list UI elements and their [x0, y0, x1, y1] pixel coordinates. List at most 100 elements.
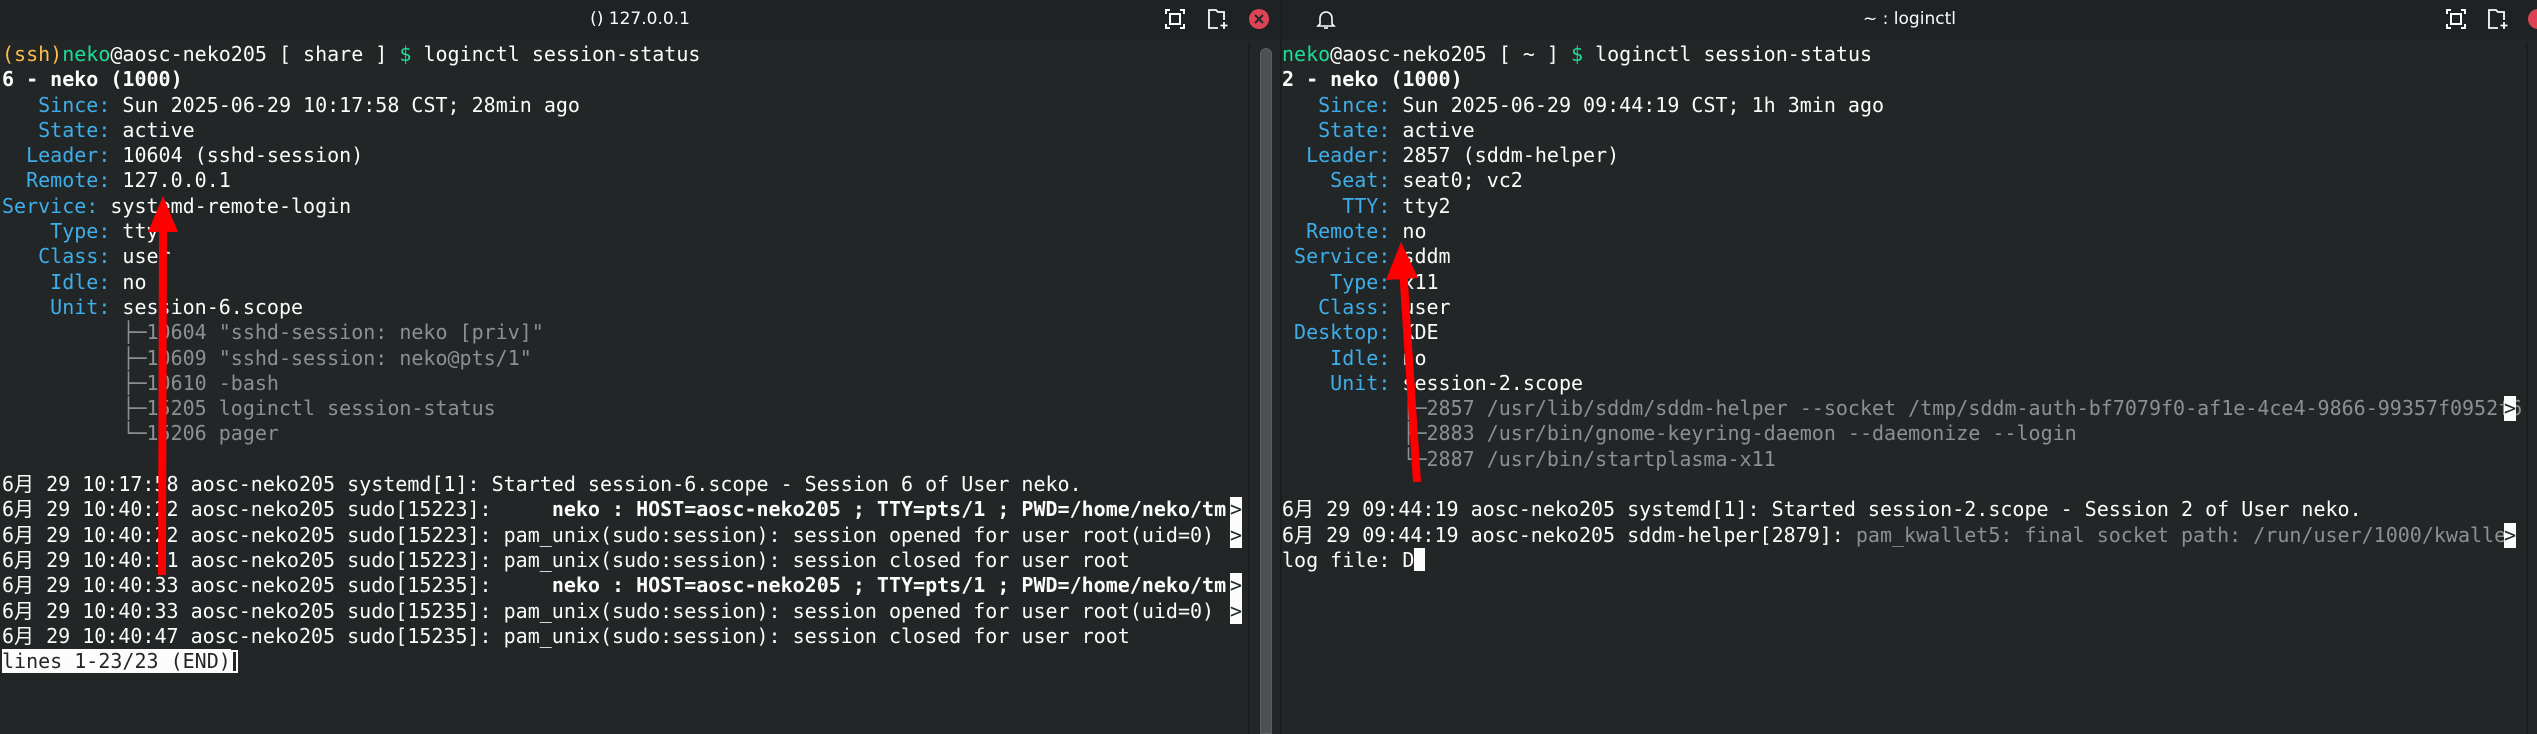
- terminal-text: neko : HOST=aosc-neko205 ; TTY=pts/1 ; P…: [551, 497, 1227, 522]
- left-scrollbar[interactable]: [1248, 42, 1280, 734]
- field-label: Idle:: [2, 269, 111, 294]
- field-label: Service:: [2, 193, 99, 218]
- field-label: TTY:: [1282, 193, 1391, 218]
- right-scrollbar[interactable]: [2526, 42, 2537, 734]
- terminal-line: Since: Sun 2025-06-29 10:17:58 CST; 28mi…: [2, 93, 1280, 118]
- field-label: Since:: [2, 92, 111, 117]
- terminal-line: Desktop: KDE: [1282, 320, 2537, 345]
- left-terminal-output[interactable]: (ssh)neko@aosc-neko205 [ share ] $ login…: [2, 42, 1280, 674]
- terminal-text: 6月 29 10:17:58 aosc-neko205 systemd[1]: …: [2, 472, 1082, 497]
- terminal-line: ├─2883 /usr/bin/gnome-keyring-daemon --d…: [1282, 421, 2537, 446]
- terminal-text: Sun 2025-06-29 09:44:19 CST; 1h 3min ago: [1390, 92, 1885, 117]
- terminal-line: 6月 29 10:40:22 aosc-neko205 sudo[15223]:…: [2, 522, 1280, 548]
- terminal-text: seat0; vc2: [1390, 168, 1523, 193]
- terminal-line: ├─10610 -bash: [2, 371, 1280, 396]
- terminal-text: neko: [62, 42, 111, 66]
- terminal-line: 6月 29 10:40:31 aosc-neko205 sudo[15223]:…: [2, 548, 1280, 573]
- right-window-title: ~ : loginctl: [1863, 9, 1956, 29]
- terminal-text: session-2.scope: [1390, 370, 1584, 395]
- terminal-line: Type: x11: [1282, 270, 2537, 295]
- terminal-line: ├─15205 loginctl session-status: [2, 396, 1280, 421]
- fullscreen-icon[interactable]: [2445, 8, 2467, 30]
- terminal-line: Seat: seat0; vc2: [1282, 168, 2537, 193]
- left-terminal-pane[interactable]: () 127.0.0.1 (ssh)neko@aosc-neko205 [ sh…: [0, 0, 1280, 734]
- terminal-text: 6月 29 09:44:19 aosc-neko205 sddm-helper[…: [1282, 522, 1856, 547]
- truncation-marker: >: [1230, 497, 1243, 523]
- terminal-text: ├─10609 "sshd-session: neko@pts/1": [2, 345, 532, 370]
- terminal-text: (ssh): [2, 42, 63, 66]
- left-scrollbar-thumb[interactable]: [1260, 48, 1272, 734]
- terminal-text: no: [1390, 219, 1427, 244]
- terminal-line: 6月 29 10:40:33 aosc-neko205 sudo[15235]:…: [2, 598, 1280, 624]
- field-label: Remote:: [1282, 219, 1391, 244]
- terminal-line: Leader: 10604 (sshd-session): [2, 143, 1280, 168]
- field-label: Type:: [2, 219, 111, 244]
- terminal-text: KDE: [1390, 320, 1439, 345]
- new-tab-icon[interactable]: [1207, 8, 1229, 30]
- terminal-line: 6 - neko (1000): [2, 67, 1280, 92]
- new-tab-icon[interactable]: [2487, 8, 2509, 30]
- terminal-line: ├─10609 "sshd-session: neko@pts/1": [2, 346, 1280, 371]
- terminal-line: TTY: tty2: [1282, 194, 2537, 219]
- terminal-line: 6月 29 09:44:19 aosc-neko205 sddm-helper[…: [1282, 522, 2537, 548]
- field-label: Leader:: [1282, 143, 1391, 168]
- terminal-text: ├─10610 -bash: [2, 370, 279, 395]
- terminal-line: State: active: [2, 118, 1280, 143]
- terminal-text: @aosc-neko205 [ ~ ]: [1330, 42, 1571, 66]
- close-icon[interactable]: [1248, 8, 1270, 30]
- terminal-line: log file: D: [1282, 547, 2537, 573]
- terminal-line: Class: user: [2, 244, 1280, 269]
- terminal-line: Service: sddm: [1282, 244, 2537, 269]
- terminal-text: no: [1390, 345, 1427, 370]
- field-label: Unit:: [2, 294, 111, 319]
- text-cursor: [1414, 547, 1426, 571]
- terminal-line: 2 - neko (1000): [1282, 67, 2537, 92]
- terminal-line: neko@aosc-neko205 [ ~ ] $ loginctl sessi…: [1282, 42, 2537, 67]
- terminal-text: pam_kwallet5: final socket path: /run/us…: [1855, 522, 2507, 547]
- terminal-text: 6月 29 09:44:19 aosc-neko205 systemd[1]: …: [1282, 497, 2362, 522]
- field-label: Service:: [1282, 244, 1391, 269]
- terminal-text: 127.0.0.1: [110, 168, 231, 193]
- field-label: Type:: [1282, 269, 1391, 294]
- field-label: Unit:: [1282, 370, 1391, 395]
- right-terminal-pane[interactable]: ~ : loginctl neko@aosc-neko205 [ ~ ] $ l…: [1282, 0, 2537, 734]
- pager-status: lines 1-23/23 (END): [2, 649, 231, 674]
- terminal-text: 6月 29 10:40:33 aosc-neko205 sudo[15235]:: [2, 573, 552, 598]
- terminal-line: Unit: session-2.scope: [1282, 371, 2537, 396]
- terminal-text: session-6.scope: [110, 294, 304, 319]
- left-titlebar: () 127.0.0.1: [0, 0, 1280, 40]
- left-window-title: () 127.0.0.1: [590, 9, 690, 29]
- terminal-text: tty: [110, 219, 159, 244]
- terminal-line: 6月 29 10:40:33 aosc-neko205 sudo[15235]:…: [2, 573, 1280, 599]
- terminal-line: Idle: no: [1282, 346, 2537, 371]
- terminal-text: $: [1571, 42, 1584, 66]
- fullscreen-icon[interactable]: [1164, 8, 1186, 30]
- terminal-line: Service: systemd-remote-login: [2, 194, 1280, 219]
- terminal-text: ├─15205 loginctl session-status: [2, 396, 496, 421]
- terminal-text: @aosc-neko205 [ share ]: [110, 42, 400, 66]
- terminal-text: x11: [1390, 269, 1439, 294]
- terminal-line: └─2887 /usr/bin/startplasma-x11: [1282, 447, 2537, 472]
- field-label: Class:: [1282, 294, 1391, 319]
- field-label: Class:: [2, 244, 111, 269]
- terminal-text: loginctl session-status: [411, 42, 701, 66]
- terminal-line: Leader: 2857 (sddm-helper): [1282, 143, 2537, 168]
- terminal-text: active: [110, 117, 195, 142]
- terminal-text: ├─2857 /usr/lib/sddm/sddm-helper --socke…: [1282, 396, 2523, 421]
- right-terminal-output[interactable]: neko@aosc-neko205 [ ~ ] $ loginctl sessi…: [1282, 42, 2537, 573]
- terminal-text: tty2: [1390, 193, 1451, 218]
- terminal-line: 6月 29 10:40:22 aosc-neko205 sudo[15223]:…: [2, 497, 1280, 523]
- truncation-marker: >: [1230, 598, 1243, 624]
- close-icon[interactable]: [2527, 8, 2537, 30]
- terminal-line: lines 1-23/23 (END): [2, 649, 1280, 674]
- terminal-text: loginctl session-status: [1583, 42, 1873, 66]
- terminal-text: 6月 29 10:40:33 aosc-neko205 sudo[15235]:…: [2, 598, 1227, 623]
- terminal-text: Sun 2025-06-29 10:17:58 CST; 28min ago: [110, 92, 580, 117]
- terminal-text: 2 - neko (1000): [1282, 67, 1463, 92]
- truncation-marker: >: [2504, 522, 2517, 548]
- terminal-line: Type: tty: [2, 219, 1280, 244]
- terminal-text: 6月 29 10:40:22 aosc-neko205 sudo[15223]:…: [2, 522, 1227, 547]
- field-label: State:: [1282, 117, 1391, 142]
- terminal-text: 6月 29 10:40:31 aosc-neko205 sudo[15223]:…: [2, 547, 1130, 572]
